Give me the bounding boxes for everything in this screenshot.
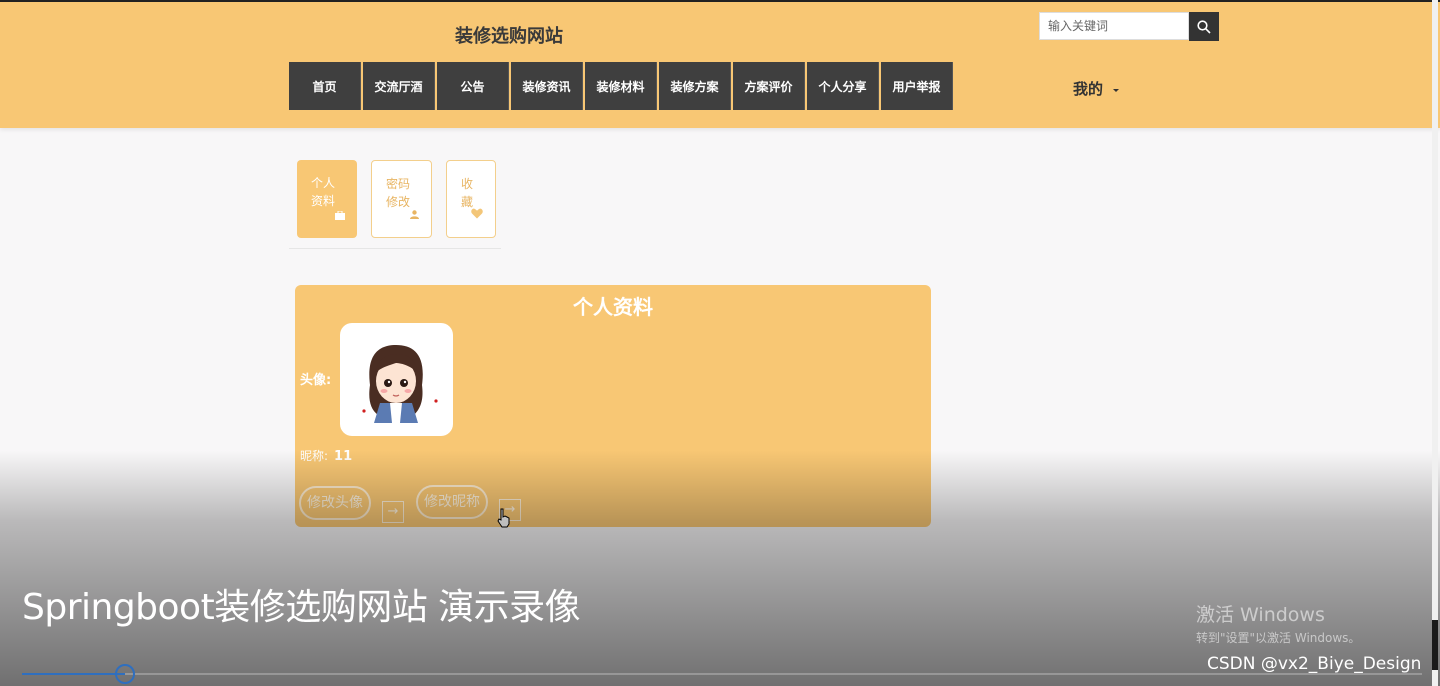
tab-label-line2: 修改 (386, 195, 411, 209)
tab-label-line1: 密码 (386, 177, 411, 191)
video-title: Springboot装修选购网站 演示录像 (22, 587, 581, 628)
nav-item-forum[interactable]: 交流厅酒 (363, 62, 435, 110)
csdn-watermark: CSDN @vx2_Biye_Design (1207, 654, 1422, 674)
chevron-down-icon (1113, 88, 1120, 92)
site-header: 装修选购网站 输入关键词 首页 交流厅酒 公告 装修资讯 装修材料 装修方案 方… (0, 2, 1440, 128)
nickname-value: 11 (334, 449, 353, 464)
windows-activation-watermark: 激活 Windows 转到"设置"以激活 Windows。 (1196, 600, 1360, 646)
site-title[interactable]: 装修选购网站 (455, 22, 563, 48)
scrollbar[interactable] (1432, 0, 1438, 686)
video-progress-handle[interactable] (115, 664, 135, 684)
tab-favorites[interactable]: 收 藏 (446, 160, 496, 238)
search-button[interactable] (1189, 12, 1219, 41)
avatar (340, 323, 453, 436)
search-input[interactable]: 输入关键词 (1039, 12, 1189, 40)
tab-profile[interactable]: 个人 资料 (297, 160, 357, 238)
nav-item-materials[interactable]: 装修材料 (585, 62, 657, 110)
user-icon (410, 207, 419, 225)
change-avatar-arrow-icon[interactable]: → (382, 501, 404, 523)
my-dropdown-label: 我的 (1073, 80, 1104, 98)
avatar-label: 头像: (300, 373, 332, 388)
hand-cursor-icon (497, 508, 510, 528)
heart-icon (471, 207, 483, 225)
tab-label-line1: 个人 (311, 176, 336, 190)
tab-label-line1: 收 (461, 177, 474, 191)
video-progress-fill (22, 673, 125, 675)
nav-item-personal-share[interactable]: 个人分享 (807, 62, 879, 110)
profile-tabs: 个人 资料 密码 修改 收 藏 (289, 160, 501, 249)
nav-item-plans[interactable]: 装修方案 (659, 62, 731, 110)
watermark-line2: 转到"设置"以激活 Windows。 (1196, 631, 1361, 645)
nav-item-announcement[interactable]: 公告 (437, 62, 509, 110)
avatar-illustration (362, 345, 438, 423)
change-nickname-button[interactable]: 修改昵称 (416, 485, 488, 519)
profile-card-title: 个人资料 (573, 295, 653, 319)
scrollbar-thumb[interactable] (1432, 620, 1438, 670)
nickname-row: 昵称: 11 (300, 447, 352, 464)
my-dropdown[interactable]: 我的 (1073, 78, 1120, 99)
search-icon (1197, 19, 1211, 34)
nickname-label: 昵称: (300, 449, 329, 463)
tab-label-line2: 资料 (311, 194, 336, 208)
tab-password[interactable]: 密码 修改 (371, 160, 432, 238)
watermark-line1: 激活 Windows (1196, 604, 1325, 626)
profile-card: 个人资料 头像: 昵称: 11 修改头像 → 修改昵称 → (295, 285, 931, 527)
nav-item-user-report[interactable]: 用户举报 (881, 62, 953, 110)
briefcase-icon (335, 208, 345, 226)
video-progress-track[interactable] (22, 673, 1422, 675)
nav-item-home[interactable]: 首页 (289, 62, 361, 110)
change-avatar-button[interactable]: 修改头像 (299, 486, 371, 520)
nav-item-plan-reviews[interactable]: 方案评价 (733, 62, 805, 110)
nav-item-news[interactable]: 装修资讯 (511, 62, 583, 110)
main-nav: 首页 交流厅酒 公告 装修资讯 装修材料 装修方案 方案评价 个人分享 用户举报 (289, 62, 953, 110)
